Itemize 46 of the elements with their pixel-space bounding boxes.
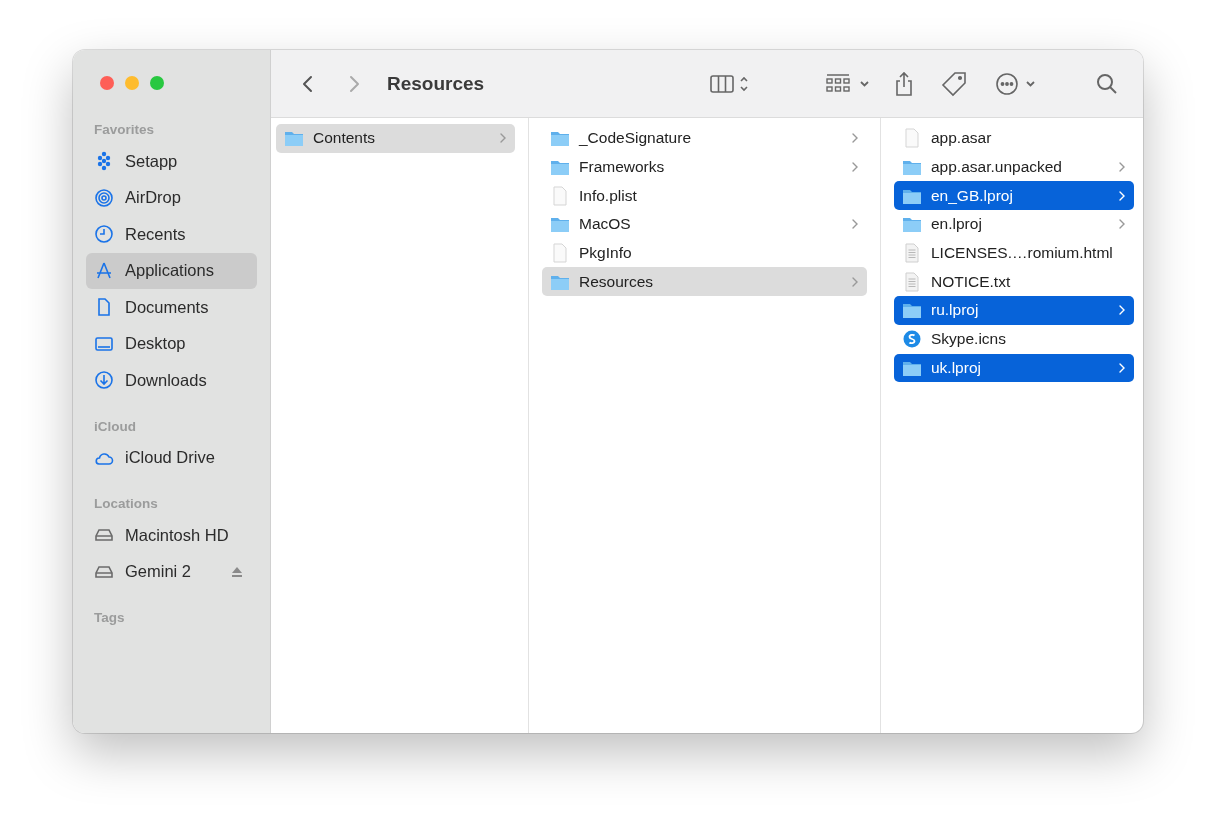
download-icon <box>94 370 114 391</box>
file-row[interactable]: en.lproj <box>894 210 1134 239</box>
eject-icon[interactable] <box>231 565 243 578</box>
sidebar-item[interactable]: Desktop <box>86 325 257 362</box>
file-row[interactable]: LICENSES.…romium.html <box>894 238 1134 268</box>
file-row[interactable]: uk.lproj <box>894 353 1134 383</box>
app-icon <box>902 329 922 350</box>
sidebar-item[interactable]: Setapp <box>86 143 257 180</box>
file-row[interactable]: ru.lproj <box>894 296 1134 325</box>
document-icon <box>902 271 922 292</box>
file-row[interactable]: Resources <box>542 267 867 297</box>
file-row[interactable]: Frameworks <box>542 152 867 182</box>
clock-icon <box>94 224 114 245</box>
close-button[interactable] <box>100 76 114 90</box>
sidebar-item[interactable]: Recents <box>86 216 257 253</box>
airdrop-icon <box>94 187 114 208</box>
applications-icon <box>94 260 114 281</box>
sidebar-section-title: Favorites <box>93 121 156 139</box>
sidebar-item[interactable]: Applications <box>86 252 257 289</box>
file-row[interactable]: app.asar.unpacked <box>894 152 1134 182</box>
share-icon[interactable] <box>893 70 915 97</box>
file-row[interactable]: Skype.icns <box>894 324 1134 354</box>
window-title: Resources <box>387 72 485 95</box>
sidebar-item[interactable]: iCloud Drive <box>86 439 257 476</box>
sidebar-item[interactable]: AirDrop <box>86 179 257 216</box>
sidebar-item[interactable]: Downloads <box>86 362 257 399</box>
file-row[interactable]: Contents <box>276 124 515 153</box>
file-icon <box>550 185 570 206</box>
back-icon[interactable] <box>301 73 315 94</box>
file-icon <box>902 128 922 149</box>
document-icon <box>902 243 922 264</box>
file-row[interactable]: PkgInfo <box>542 238 867 268</box>
file-icon <box>550 243 570 264</box>
sidebar-item[interactable]: Documents <box>86 289 257 326</box>
sidebar-item[interactable]: Macintosh HD <box>86 517 257 554</box>
sidebar-section-title: Tags <box>93 609 126 627</box>
sidebar-item[interactable]: Gemini 2 <box>86 553 257 590</box>
sidebar-section-title: Locations <box>93 495 159 513</box>
tag-icon[interactable] <box>941 70 967 97</box>
file-row[interactable]: MacOS <box>542 210 867 239</box>
sidebar-section-title: iCloud <box>93 417 137 436</box>
file-row[interactable]: app.asar <box>894 124 1134 153</box>
file-row[interactable]: Info.plist <box>542 181 867 211</box>
file-row[interactable]: NOTICE.txt <box>894 267 1134 297</box>
file-row[interactable]: en_GB.lproj <box>894 181 1134 211</box>
file-row[interactable]: _CodeSignature <box>542 124 867 153</box>
